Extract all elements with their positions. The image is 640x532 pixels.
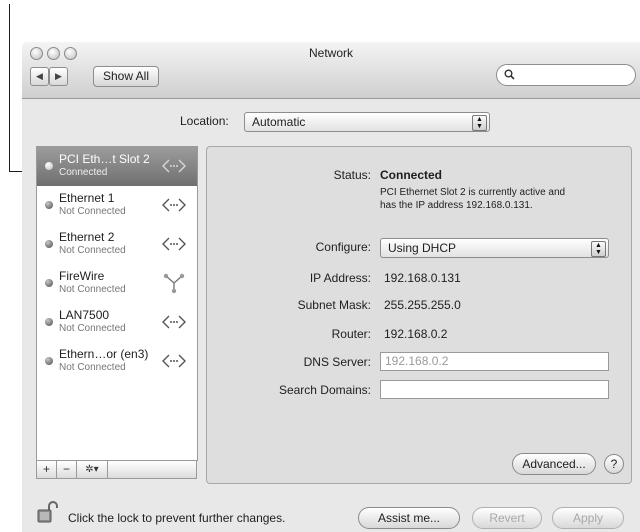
service-status: Not Connected <box>59 206 126 217</box>
ip-address-label: IP Address: <box>309 271 371 285</box>
service-status: Not Connected <box>59 323 126 334</box>
window-title: Network <box>308 46 353 60</box>
location-popup[interactable]: Automatic ▲ ▼ <box>244 112 490 132</box>
status-value: Connected <box>380 168 443 182</box>
service-name: PCI Eth…t Slot 2 <box>59 152 150 166</box>
location-label: Location: <box>180 114 229 128</box>
network-window: Network ◀ ▶ Show All Location: Automatic… <box>22 42 640 532</box>
configure-value: Using DHCP <box>388 241 457 255</box>
status-dot-icon <box>45 240 53 248</box>
lock-icon[interactable] <box>36 500 58 524</box>
add-service-button[interactable]: + <box>36 460 57 479</box>
ethernet-arrows-icon <box>162 159 186 173</box>
service-status: Not Connected <box>59 362 126 373</box>
service-status: Not Connected <box>59 245 126 256</box>
show-all-button[interactable]: Show All <box>93 66 159 87</box>
forward-arrow-icon: ▶ <box>55 71 62 81</box>
service-item[interactable]: PCI Eth…t Slot 2 Connected <box>37 147 197 186</box>
status-dot-icon <box>45 279 53 287</box>
lock-message: Click the lock to prevent further change… <box>68 511 286 525</box>
service-name: Ethernet 1 <box>59 191 115 205</box>
remove-service-button[interactable]: − <box>56 460 77 479</box>
status-dot-icon <box>45 201 53 209</box>
configure-label: Configure: <box>315 240 371 254</box>
subnet-mask-value: 255.255.255.0 <box>384 298 461 312</box>
service-status: Not Connected <box>59 284 126 295</box>
service-item[interactable]: Ethernet 2 Not Connected <box>37 225 197 264</box>
apply-button[interactable]: Apply <box>552 507 624 529</box>
search-icon <box>504 69 515 80</box>
status-description-line1: PCI Ethernet Slot 2 is currently active … <box>380 187 566 198</box>
service-item[interactable]: FireWire Not Connected <box>37 264 197 303</box>
service-item[interactable]: Ethern…or (en3) Not Connected <box>37 342 197 381</box>
location-value: Automatic <box>252 115 306 129</box>
assist-me-button[interactable]: Assist me... <box>358 507 460 529</box>
service-name: LAN7500 <box>59 308 110 322</box>
help-button[interactable]: ? <box>604 454 624 474</box>
forward-button[interactable]: ▶ <box>49 67 68 86</box>
firewire-icon <box>163 273 185 294</box>
service-name: FireWire <box>59 269 105 283</box>
search-domains-field[interactable] <box>380 380 609 399</box>
service-item[interactable]: Ethernet 1 Not Connected <box>37 186 197 225</box>
list-toolbar-filler <box>107 460 197 479</box>
dns-server-label: DNS Server: <box>303 355 371 369</box>
popup-arrows-icon: ▲ ▼ <box>591 241 606 257</box>
service-name: Ethernet 2 <box>59 230 115 244</box>
configure-popup[interactable]: Using DHCP ▲ ▼ <box>380 238 609 258</box>
status-dot-icon <box>45 162 53 170</box>
router-label: Router: <box>331 327 371 341</box>
popup-arrows-icon: ▲ ▼ <box>472 115 487 131</box>
advanced-button[interactable]: Advanced... <box>512 453 596 475</box>
back-button[interactable]: ◀ <box>30 67 49 86</box>
detail-panel: Status: Connected PCI Ethernet Slot 2 is… <box>206 146 632 484</box>
service-name: Ethern…or (en3) <box>59 347 149 361</box>
service-item[interactable]: LAN7500 Not Connected <box>37 303 197 342</box>
ethernet-arrows-icon <box>162 198 186 212</box>
callout-line-vertical <box>9 4 10 172</box>
ethernet-arrows-icon <box>162 315 186 329</box>
subnet-mask-label: Subnet Mask: <box>297 298 371 312</box>
status-label: Status: <box>333 168 371 182</box>
service-status: Connected <box>59 167 108 178</box>
service-list-toolbar: + − ✲▾ <box>36 460 197 479</box>
revert-button[interactable]: Revert <box>472 507 542 529</box>
status-dot-icon <box>45 357 53 365</box>
search-field[interactable] <box>496 64 636 86</box>
service-list: PCI Eth…t Slot 2 Connected Ethernet 1 No… <box>36 146 198 461</box>
title-bar: Network ◀ ▶ Show All <box>22 42 640 99</box>
gear-menu-button[interactable]: ✲▾ <box>76 460 108 479</box>
status-dot-icon <box>45 318 53 326</box>
ethernet-arrows-icon <box>162 237 186 251</box>
search-domains-label: Search Domains: <box>278 383 371 397</box>
ethernet-arrows-icon <box>162 354 186 368</box>
ip-address-value: 192.168.0.131 <box>384 271 461 285</box>
back-arrow-icon: ◀ <box>36 71 43 81</box>
dns-server-field[interactable]: 192.168.0.2 <box>380 352 609 371</box>
status-description-line2: has the IP address 192.168.0.131. <box>380 200 533 211</box>
router-value: 192.168.0.2 <box>384 327 448 341</box>
